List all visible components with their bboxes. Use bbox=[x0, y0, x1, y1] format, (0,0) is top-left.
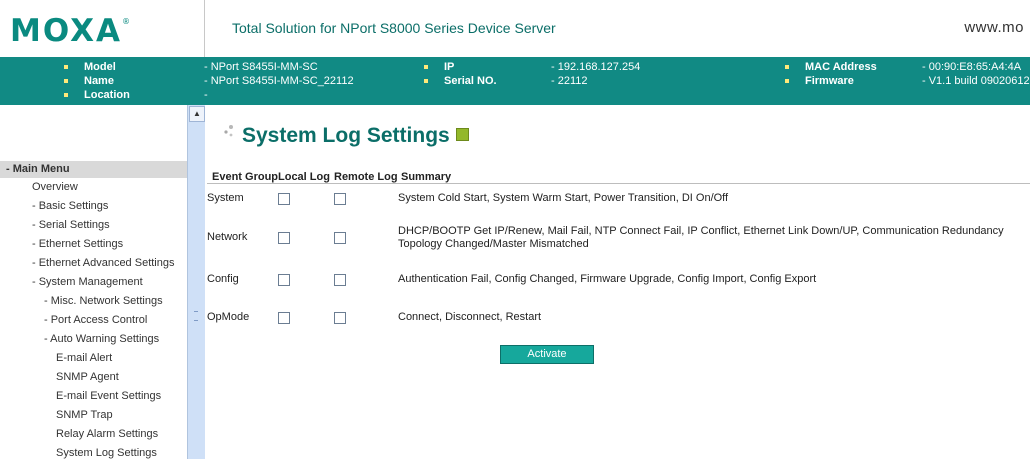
activate-button[interactable]: Activate bbox=[500, 345, 594, 364]
moxa-logo: MOXA® bbox=[10, 13, 130, 49]
system-local-log-checkbox[interactable] bbox=[278, 193, 290, 205]
bullet-icon bbox=[64, 65, 68, 70]
nav-misc-network-settings[interactable]: - Misc. Network Settings bbox=[44, 292, 163, 311]
page-title-text: System Log Settings bbox=[242, 124, 450, 147]
nav-ethernet-advanced-settings[interactable]: - Ethernet Advanced Settings bbox=[32, 254, 174, 273]
info-name-label: Name bbox=[64, 75, 114, 88]
bullet-icon bbox=[785, 65, 789, 70]
row-config-summary: Authentication Fail, Config Changed, Fir… bbox=[398, 273, 817, 285]
page-title: System Log Settings bbox=[242, 124, 469, 148]
logo-registered-mark: ® bbox=[122, 16, 130, 26]
row-opmode-group: OpMode bbox=[207, 311, 250, 323]
config-local-log-checkbox[interactable] bbox=[278, 274, 290, 286]
system-remote-log-checkbox[interactable] bbox=[334, 193, 346, 205]
info-model-label: Model bbox=[64, 61, 116, 74]
config-remote-log-checkbox[interactable] bbox=[334, 274, 346, 286]
logo-divider bbox=[204, 0, 205, 57]
col-event-group: Event Group bbox=[212, 171, 279, 183]
device-info-bar: Model - NPort S8455I-MM-SC Name - NPort … bbox=[0, 57, 1030, 105]
info-firmware-label: Firmware bbox=[785, 75, 854, 88]
info-ip-label: IP bbox=[424, 61, 454, 74]
col-summary: Summary bbox=[401, 171, 452, 183]
row-network-group: Network bbox=[207, 231, 248, 243]
nav-port-access-control[interactable]: - Port Access Control bbox=[44, 311, 147, 330]
info-ip-value: - 192.168.127.254 bbox=[551, 61, 641, 73]
main-menu-header[interactable]: - Main Menu bbox=[0, 161, 187, 178]
opmode-local-log-checkbox[interactable] bbox=[278, 312, 290, 324]
info-location-label: Location bbox=[64, 89, 130, 102]
info-serial-label: Serial NO. bbox=[424, 75, 497, 88]
info-mac-label: MAC Address bbox=[785, 61, 877, 74]
nav-ethernet-settings[interactable]: - Ethernet Settings bbox=[32, 235, 123, 254]
nav-email-alert[interactable]: E-mail Alert bbox=[56, 349, 112, 368]
scrollbar-grip[interactable] bbox=[194, 311, 198, 321]
nav-system-management[interactable]: - System Management bbox=[32, 273, 143, 292]
network-local-log-checkbox[interactable] bbox=[278, 232, 290, 244]
nav-email-event-settings[interactable]: E-mail Event Settings bbox=[56, 387, 161, 406]
website-link[interactable]: www.mo bbox=[964, 19, 1024, 36]
help-icon[interactable] bbox=[455, 127, 469, 141]
col-remote-log: Remote Log bbox=[334, 171, 398, 183]
nav-auto-warning-settings[interactable]: - Auto Warning Settings bbox=[44, 330, 159, 349]
bullet-icon bbox=[64, 93, 68, 98]
info-name-value: - NPort S8455I-MM-SC_22112 bbox=[204, 75, 354, 87]
bullet-icon bbox=[785, 79, 789, 84]
scroll-up-arrow-icon[interactable]: ▲ bbox=[189, 106, 205, 122]
info-firmware-value: - V1.1 build 09020612 bbox=[922, 75, 1030, 87]
row-config-group: Config bbox=[207, 273, 239, 285]
table-header-divider bbox=[207, 183, 1030, 184]
info-location-value: - bbox=[204, 89, 208, 101]
nav-snmp-trap[interactable]: SNMP Trap bbox=[56, 406, 113, 425]
row-network-summary: DHCP/BOOTP Get IP/Renew, Mail Fail, NTP … bbox=[398, 225, 1004, 250]
nav-overview[interactable]: Overview bbox=[32, 178, 78, 197]
nav-snmp-agent[interactable]: SNMP Agent bbox=[56, 368, 119, 387]
row-system-summary: System Cold Start, System Warm Start, Po… bbox=[398, 192, 729, 204]
nav-system-log-settings[interactable]: System Log Settings bbox=[56, 444, 157, 463]
col-local-log: Local Log bbox=[278, 171, 330, 183]
product-title: Total Solution for NPort S8000 Series De… bbox=[232, 20, 556, 36]
info-model-value: - NPort S8455I-MM-SC bbox=[204, 61, 318, 73]
bullet-icon bbox=[424, 79, 428, 84]
nav-scrollbar[interactable]: ▲ bbox=[187, 105, 205, 459]
title-dots-icon bbox=[224, 125, 233, 137]
opmode-remote-log-checkbox[interactable] bbox=[334, 312, 346, 324]
bullet-icon bbox=[64, 79, 68, 84]
nav-relay-alarm-settings[interactable]: Relay Alarm Settings bbox=[56, 425, 158, 444]
info-mac-value: - 00:90:E8:65:A4:4A bbox=[922, 61, 1022, 73]
row-opmode-summary: Connect, Disconnect, Restart bbox=[398, 311, 542, 323]
logo-text: MOXA bbox=[10, 13, 122, 49]
info-serial-value: - 22112 bbox=[551, 75, 588, 87]
nav-serial-settings[interactable]: - Serial Settings bbox=[32, 216, 110, 235]
row-system-group: System bbox=[207, 192, 244, 204]
top-banner: MOXA® Total Solution for NPort S8000 Ser… bbox=[0, 0, 1030, 58]
bullet-icon bbox=[424, 65, 428, 70]
network-remote-log-checkbox[interactable] bbox=[334, 232, 346, 244]
left-navigation: - Main Menu Overview - Basic Settings - … bbox=[0, 105, 187, 459]
nav-basic-settings[interactable]: - Basic Settings bbox=[32, 197, 108, 216]
